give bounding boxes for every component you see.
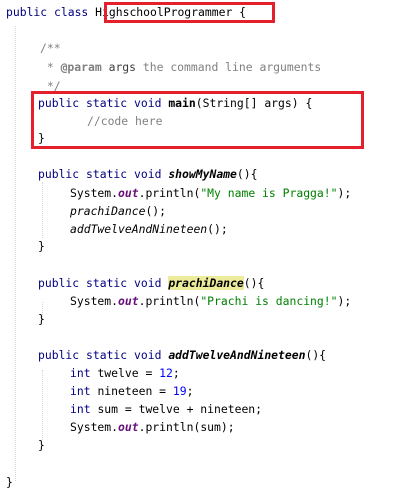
class-close-line: }: [6, 473, 13, 491]
class-name-highlight-box: [104, 2, 275, 23]
javadoc-open-line: /**: [40, 39, 61, 57]
prachidance-method-line[interactable]: public static void prachiDance(){: [38, 274, 264, 292]
println-line[interactable]: System.out.println("My name is Pragga!")…: [70, 184, 351, 202]
punctuation: ();: [207, 222, 228, 236]
twelve-decl-line[interactable]: int twelve = 12;: [70, 364, 180, 382]
method-name[interactable]: showMyName: [168, 167, 237, 181]
static-field: out: [118, 294, 139, 308]
add-close-line: }: [38, 436, 45, 454]
method-call: .println(: [138, 186, 201, 200]
number-literal: 12: [159, 366, 173, 380]
javadoc-text: /**: [40, 41, 61, 55]
method-name[interactable]: addTwelveAndNineteen: [168, 348, 305, 362]
punctuation: );: [337, 186, 352, 200]
string-literal: "My name is Pragga!": [200, 186, 338, 200]
punctuation: );: [220, 420, 235, 434]
keyword: int: [70, 384, 98, 398]
keyword: public static void: [38, 167, 169, 181]
indent-guide: [15, 26, 16, 481]
javadoc-text: the command line arguments: [136, 60, 322, 74]
javadoc-text: *: [40, 60, 61, 74]
punctuation: ();: [145, 204, 167, 218]
brace: }: [38, 312, 45, 326]
class-ref: System.: [70, 186, 119, 200]
keyword: int: [70, 402, 98, 416]
indent-guide: [42, 182, 43, 238]
javadoc-tag: @param: [60, 60, 102, 74]
keyword: public class: [6, 5, 96, 19]
prachidance-close-line: }: [38, 310, 45, 328]
javadoc-param: args: [101, 60, 137, 74]
indent-guide: [42, 370, 43, 440]
method-call: .println(: [138, 420, 201, 434]
keyword: public static void: [38, 276, 169, 290]
keyword: public static void: [38, 348, 169, 362]
static-field: out: [118, 186, 139, 200]
brace: }: [38, 239, 45, 253]
method-name-highlighted[interactable]: prachiDance: [168, 276, 244, 290]
javadoc-param-line: * @param args the command line arguments: [40, 58, 321, 76]
call-prachidance-line[interactable]: prachiDance();: [70, 202, 166, 220]
main-method-highlight-box: [31, 91, 364, 149]
code-editor[interactable]: public class HighschoolProgrammer { /** …: [0, 0, 414, 493]
showmyname-method-line[interactable]: public static void showMyName(){: [38, 165, 257, 183]
method-signature: (){: [243, 276, 265, 290]
keyword: int: [70, 366, 98, 380]
add-method-line[interactable]: public static void addTwelveAndNineteen(…: [38, 346, 326, 364]
punctuation: ;: [186, 384, 194, 398]
variable-decl: sum = twelve + nineteen;: [97, 402, 263, 416]
brace: }: [6, 475, 13, 489]
variable-decl: nineteen =: [97, 384, 173, 398]
println-line[interactable]: System.out.println("Prachi is dancing!")…: [70, 292, 351, 310]
method-signature: (){: [305, 348, 327, 362]
call-add-line[interactable]: addTwelveAndNineteen();: [70, 220, 228, 238]
static-field: out: [118, 420, 139, 434]
class-ref: System.: [70, 420, 119, 434]
method-call-name[interactable]: prachiDance: [70, 204, 145, 218]
method-signature: (){: [236, 167, 258, 181]
argument: sum: [200, 420, 221, 434]
println-line[interactable]: System.out.println(sum);: [70, 418, 235, 436]
number-literal: 19: [172, 384, 187, 398]
sum-decl-line[interactable]: int sum = twelve + nineteen;: [70, 400, 262, 418]
showmyname-close-line: }: [38, 237, 45, 255]
class-ref: System.: [70, 294, 119, 308]
brace: }: [38, 438, 45, 452]
method-call: .println(: [138, 294, 201, 308]
variable-decl: twelve =: [97, 366, 160, 380]
string-literal: "Prachi is dancing!": [200, 294, 338, 308]
nineteen-decl-line[interactable]: int nineteen = 19;: [70, 382, 193, 400]
method-call-name[interactable]: addTwelveAndNineteen: [70, 222, 207, 236]
punctuation: );: [337, 294, 352, 308]
punctuation: ;: [172, 366, 180, 380]
